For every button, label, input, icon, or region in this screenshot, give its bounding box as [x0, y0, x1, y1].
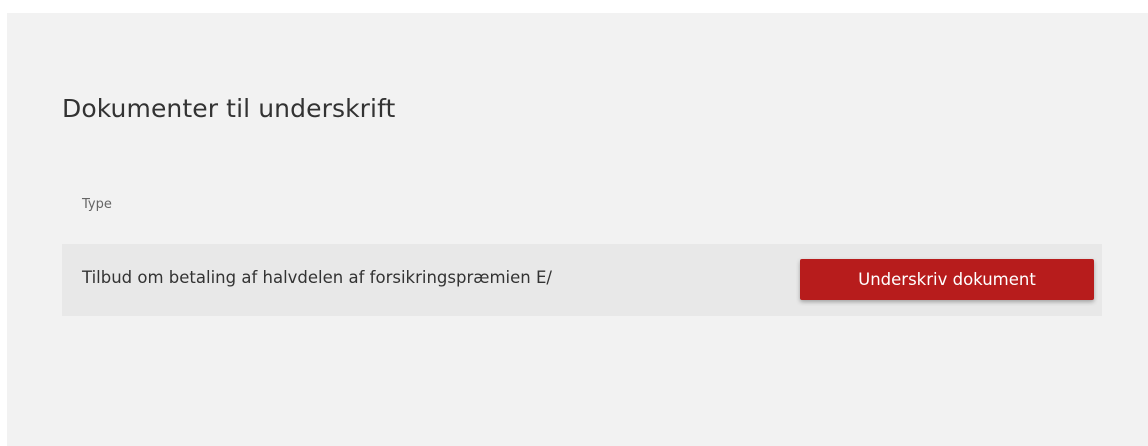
column-header-type: Type [82, 197, 112, 212]
documents-panel: Dokumenter til underskrift Type Tilbud o… [7, 13, 1148, 446]
page-title: Dokumenter til underskrift [62, 94, 396, 123]
document-name: Tilbud om betaling af halvdelen af forsi… [82, 268, 552, 287]
sign-document-button[interactable]: Underskriv dokument [800, 259, 1094, 300]
table-row: Tilbud om betaling af halvdelen af forsi… [62, 244, 1102, 316]
